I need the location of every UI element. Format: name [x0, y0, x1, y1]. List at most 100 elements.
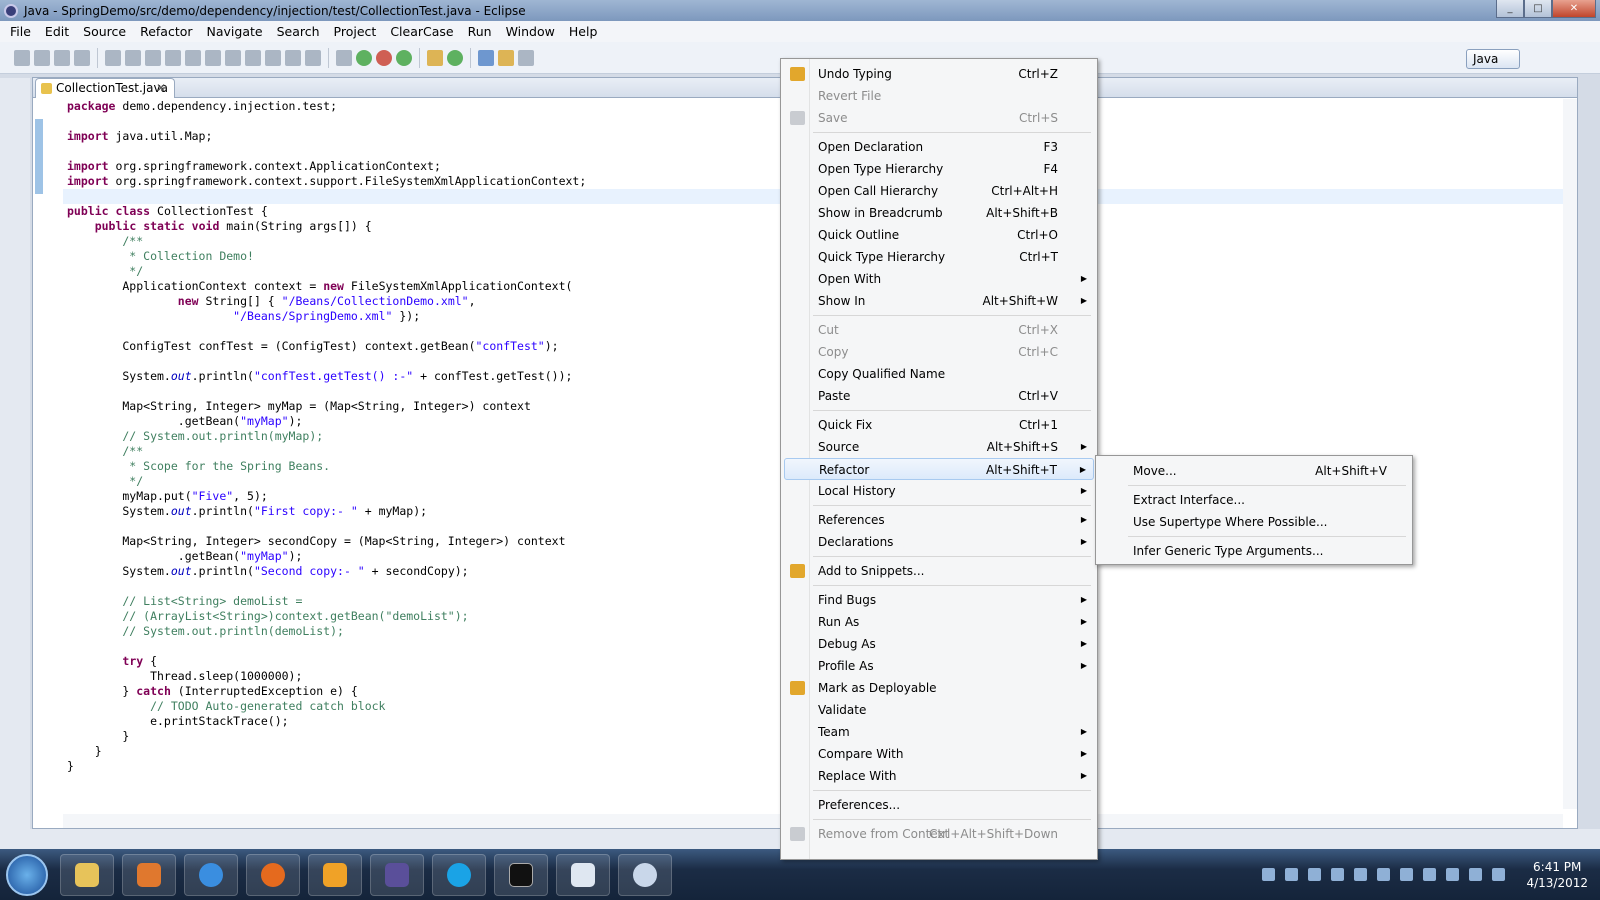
new-class-icon[interactable]: [447, 49, 463, 66]
menu-item-open-with[interactable]: Open With ▶: [784, 268, 1094, 290]
menu-item-open-call-hierarchy[interactable]: Open Call Hierarchy Ctrl+Alt+H: [784, 180, 1094, 202]
menu-item-preferences[interactable]: Preferences...: [784, 794, 1094, 816]
menu-item-compare-with[interactable]: Compare With ▶: [784, 743, 1094, 765]
save-toolbar-icon[interactable]: [34, 49, 50, 66]
tool-icon[interactable]: [165, 49, 181, 66]
menu-project[interactable]: Project: [327, 21, 384, 42]
save-all-icon[interactable]: [54, 49, 70, 66]
menu-item-mark-as-deployable[interactable]: Mark as Deployable: [784, 677, 1094, 699]
tray-icon[interactable]: [1308, 868, 1322, 881]
menu-item-infer-generic-type-arguments[interactable]: Infer Generic Type Arguments...: [1099, 540, 1409, 562]
menu-item-replace-with[interactable]: Replace With ▶: [784, 765, 1094, 787]
menu-window[interactable]: Window: [499, 21, 562, 42]
tool-icon[interactable]: [225, 49, 241, 66]
menu-refactor[interactable]: Refactor: [133, 21, 199, 42]
tray-icon[interactable]: [1469, 868, 1483, 881]
menu-item-shortcut: Alt+Shift+B: [986, 206, 1058, 220]
menu-item-open-declaration[interactable]: Open Declaration F3: [784, 136, 1094, 158]
menu-clearcase[interactable]: ClearCase: [383, 21, 460, 42]
menu-item-extract-interface[interactable]: Extract Interface...: [1099, 489, 1409, 511]
taskbar-paint[interactable]: [618, 853, 672, 896]
menu-item-quick-outline[interactable]: Quick Outline Ctrl+O: [784, 224, 1094, 246]
coverage-icon[interactable]: [376, 49, 392, 66]
menu-edit[interactable]: Edit: [38, 21, 76, 42]
menu-item-open-type-hierarchy[interactable]: Open Type Hierarchy F4: [784, 158, 1094, 180]
tray-icon[interactable]: [1285, 868, 1299, 881]
taskbar-eclipse[interactable]: [370, 853, 424, 896]
menu-item-find-bugs[interactable]: Find Bugs ▶: [784, 589, 1094, 611]
tool-icon[interactable]: [245, 49, 261, 66]
toggle-mark-occurrences-icon[interactable]: [498, 49, 514, 66]
tool-icon[interactable]: [285, 49, 301, 66]
menu-item-validate[interactable]: Validate: [784, 699, 1094, 721]
tray-icon[interactable]: [1446, 868, 1460, 881]
menu-item-add-to-snippets[interactable]: Add to Snippets...: [784, 560, 1094, 582]
menu-item-quick-type-hierarchy[interactable]: Quick Type Hierarchy Ctrl+T: [784, 246, 1094, 268]
new-icon[interactable]: [14, 49, 30, 66]
tool-icon[interactable]: [105, 49, 121, 66]
taskbar-internet-explorer[interactable]: [184, 853, 238, 896]
taskbar-explorer[interactable]: [60, 853, 114, 896]
code-editor[interactable]: package demo.dependency.injection.test; i…: [67, 99, 586, 774]
vertical-scrollbar[interactable]: [1563, 99, 1577, 809]
tool-icon[interactable]: [265, 49, 281, 66]
menu-navigate[interactable]: Navigate: [200, 21, 270, 42]
close-tab-icon[interactable]: ✕: [156, 79, 166, 97]
tray-icon[interactable]: [1377, 868, 1391, 881]
menu-item-team[interactable]: Team ▶: [784, 721, 1094, 743]
menu-item-references[interactable]: References ▶: [784, 509, 1094, 531]
menu-item-profile-as[interactable]: Profile As ▶: [784, 655, 1094, 677]
menu-item-show-in[interactable]: Show In Alt+Shift+W ▶: [784, 290, 1094, 312]
menu-item-quick-fix[interactable]: Quick Fix Ctrl+1: [784, 414, 1094, 436]
tool-icon[interactable]: [145, 49, 161, 66]
start-button[interactable]: [6, 853, 48, 896]
menu-item-debug-as[interactable]: Debug As ▶: [784, 633, 1094, 655]
tool-icon[interactable]: [185, 49, 201, 66]
new-package-icon[interactable]: [427, 49, 443, 66]
taskbar-notepad[interactable]: [556, 853, 610, 896]
menu-item-paste[interactable]: Paste Ctrl+V: [784, 385, 1094, 407]
tray-icon[interactable]: [1262, 868, 1276, 881]
run-icon[interactable]: [356, 49, 372, 66]
menu-help[interactable]: Help: [562, 21, 605, 42]
taskbar-command-prompt[interactable]: [494, 853, 548, 896]
taskbar-outlook[interactable]: [308, 853, 362, 896]
menu-search[interactable]: Search: [270, 21, 327, 42]
system-tray: 6:41 PM 4/13/2012: [1257, 849, 1588, 900]
search-icon[interactable]: [518, 49, 534, 66]
menu-run[interactable]: Run: [461, 21, 499, 42]
print-icon[interactable]: [74, 49, 90, 66]
menu-item-use-supertype-where-possible[interactable]: Use Supertype Where Possible...: [1099, 511, 1409, 533]
tool-icon[interactable]: [305, 49, 321, 66]
tool-icon[interactable]: [205, 49, 221, 66]
debug-icon[interactable]: [336, 49, 352, 66]
tray-icon[interactable]: [1423, 868, 1437, 881]
external-tools-icon[interactable]: [396, 49, 412, 66]
menu-item-declarations[interactable]: Declarations ▶: [784, 531, 1094, 553]
menu-item-refactor[interactable]: Refactor Alt+Shift+T ▶: [784, 458, 1094, 480]
editor-tab[interactable]: CollectionTest.java ✕: [35, 78, 175, 98]
menu-item-source[interactable]: Source Alt+Shift+S ▶: [784, 436, 1094, 458]
menu-item-run-as[interactable]: Run As ▶: [784, 611, 1094, 633]
menu-item-show-in-breadcrumb[interactable]: Show in Breadcrumb Alt+Shift+B: [784, 202, 1094, 224]
perspective-java-button[interactable]: Java: [1466, 49, 1520, 69]
minimize-button[interactable]: _: [1496, 0, 1524, 18]
close-button[interactable]: ✕: [1552, 0, 1596, 18]
taskbar-media-player[interactable]: [122, 853, 176, 896]
open-type-icon[interactable]: [478, 49, 494, 66]
maximize-button[interactable]: □: [1524, 0, 1552, 18]
menu-item-local-history[interactable]: Local History ▶: [784, 480, 1094, 502]
tool-icon[interactable]: [125, 49, 141, 66]
menu-item-move[interactable]: Move... Alt+Shift+V: [1099, 460, 1409, 482]
clock[interactable]: 6:41 PM 4/13/2012: [1526, 859, 1588, 891]
menu-source[interactable]: Source: [76, 21, 133, 42]
tray-icon[interactable]: [1354, 868, 1368, 881]
taskbar-skype[interactable]: [432, 853, 486, 896]
volume-icon[interactable]: [1492, 868, 1506, 881]
menu-file[interactable]: File: [3, 21, 38, 42]
tray-icon[interactable]: [1400, 868, 1414, 881]
tray-icon[interactable]: [1331, 868, 1345, 881]
taskbar-firefox[interactable]: [246, 853, 300, 896]
menu-item-copy-qualified-name[interactable]: Copy Qualified Name: [784, 363, 1094, 385]
menu-item-undo-typing[interactable]: Undo Typing Ctrl+Z: [784, 63, 1094, 85]
